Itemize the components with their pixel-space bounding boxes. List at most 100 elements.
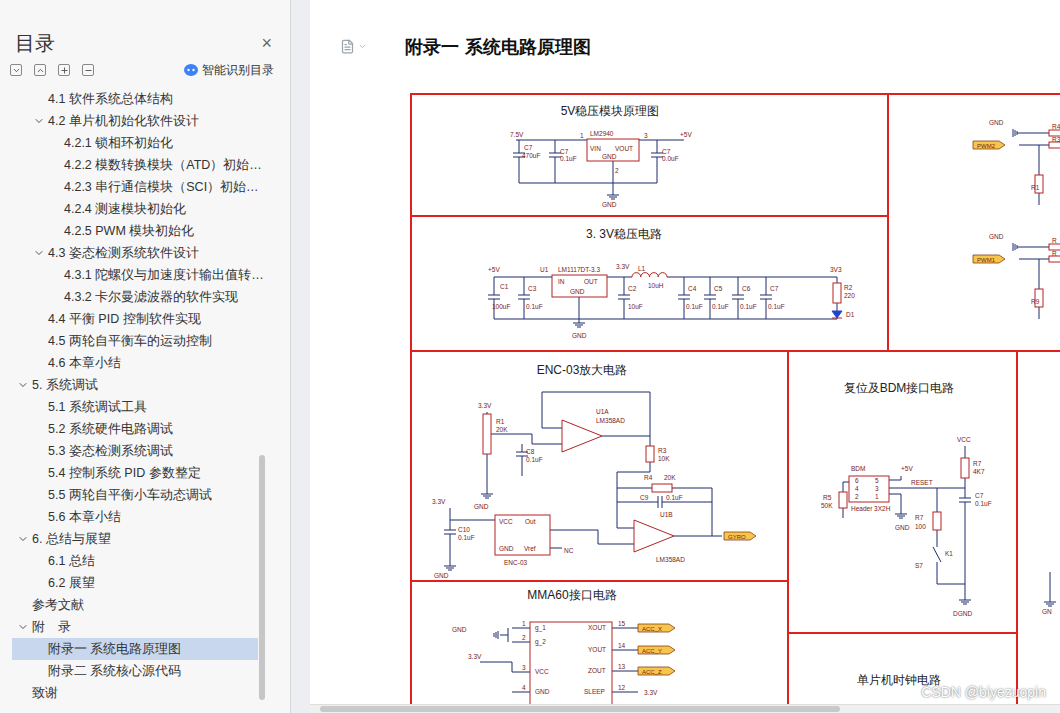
toc-toggle[interactable] xyxy=(17,533,32,545)
toc-item[interactable]: 6.1 总结 xyxy=(12,550,258,572)
schematic-label: 3 xyxy=(875,485,879,492)
schematic-label: 0.0uF xyxy=(662,155,679,162)
schematic-label: C6 xyxy=(742,285,751,292)
tool-icon xyxy=(12,66,21,75)
toc-item[interactable]: 5. 系统调试 xyxy=(12,374,258,396)
schematic-label: C4 xyxy=(688,285,697,292)
chevron-down-icon xyxy=(17,379,29,391)
schematic-label: SLEEP xyxy=(584,688,605,695)
schematic-label: LM2940 xyxy=(590,130,614,137)
toc-toggle[interactable] xyxy=(17,621,32,633)
figure-column: 复位及BDM接口电路VCCR74K7BDM+5V654321RESETR550K… xyxy=(789,352,1016,713)
net-tag: ACC_Y xyxy=(638,646,675,654)
outline-button[interactable] xyxy=(340,39,405,54)
schematic-label: C7 xyxy=(524,144,533,151)
toc-item[interactable]: 4.4 平衡 PID 控制软件实现 xyxy=(12,308,258,330)
schematic-label: C1 xyxy=(500,283,509,290)
schematic-label: GND xyxy=(474,503,489,510)
toc-item[interactable]: 5.3 姿态检测系统调试 xyxy=(12,440,258,462)
schematic-panel: GNDR4R3R1GNDRRR9PWM2PWM1 xyxy=(889,95,1060,350)
schematic-label: YOUT xyxy=(588,646,606,653)
schematic-label: R xyxy=(1052,250,1057,257)
toc-item[interactable]: 4.3.2 卡尔曼滤波器的软件实现 xyxy=(12,286,258,308)
toc-item[interactable]: 6.2 展望 xyxy=(12,572,258,594)
schematic-drawing: 复位及BDM接口电路VCCR74K7BDM+5V654321RESETR550K… xyxy=(789,352,1016,632)
schematic-label: S7 xyxy=(915,562,923,569)
schematic-label: 1 xyxy=(580,132,584,139)
toc-item[interactable]: 4.2.3 串行通信模块（SCI）初始… xyxy=(12,176,258,198)
toc-item[interactable]: 4.5 两轮自平衡车的运动控制 xyxy=(12,330,258,352)
toc-item[interactable]: 4.1 软件系统总体结构 xyxy=(12,88,258,110)
circuit-3v3 xyxy=(488,273,842,327)
toc-item[interactable]: 4.2 单片机初始化软件设计 xyxy=(12,110,258,132)
toc-item[interactable]: 4.3 姿态检测系统软件设计 xyxy=(12,242,258,264)
toc-item[interactable]: 参考文献 xyxy=(12,594,258,616)
horizontal-scrollbar[interactable] xyxy=(310,704,1060,713)
toc-item[interactable]: 5.6 本章小结 xyxy=(12,506,258,528)
close-button[interactable]: × xyxy=(261,33,272,53)
schematic-label: C8 xyxy=(526,448,535,455)
toc-item[interactable]: 4.3.1 陀螺仪与加速度计输出值转… xyxy=(12,264,258,286)
schematic-label: D1 xyxy=(846,311,855,318)
net-tag: ACC_X xyxy=(638,624,675,632)
toc-item[interactable]: 4.2.5 PWM 模块初始化 xyxy=(12,220,258,242)
schematic-label: 220 xyxy=(844,292,855,299)
scroll-thumb[interactable] xyxy=(320,706,840,712)
toc-toggle[interactable] xyxy=(33,247,48,259)
toc-item[interactable]: 附 录 xyxy=(12,616,258,638)
smart-toc-button[interactable]: 智能识别目录 xyxy=(184,61,274,79)
toc-item[interactable]: 4.2.1 锁相环初始化 xyxy=(12,132,258,154)
toc-tool-button[interactable] xyxy=(34,64,46,76)
toc-header: 目录 × xyxy=(0,0,290,56)
toc-tool-button[interactable] xyxy=(82,64,94,76)
toc-item[interactable]: 附录二 系统核心源代码 xyxy=(12,660,258,682)
sidebar-scrollbar[interactable] xyxy=(259,455,265,700)
schematic-label: K1 xyxy=(945,550,953,557)
schematic-label: C9 xyxy=(640,494,649,501)
toc-title: 目录 xyxy=(15,30,55,56)
toc-toolbar: 智能识别目录 xyxy=(0,62,290,78)
schematic-label: 0.1uF xyxy=(526,303,543,310)
toc-item[interactable]: 5.2 系统硬件电路调试 xyxy=(12,418,258,440)
toc-item[interactable]: 5.5 两轮自平衡小车动态调试 xyxy=(12,484,258,506)
toc-item[interactable]: 4.2.2 模数转换模块（ATD）初始… xyxy=(12,154,258,176)
schematic-label: 3V3 xyxy=(830,266,842,273)
toc-item[interactable]: 附录一 系统电路原理图 xyxy=(12,638,258,660)
pane-divider[interactable] xyxy=(290,0,310,713)
schematic-panel: 复位及BDM接口电路VCCR74K7BDM+5V654321RESETR550K… xyxy=(789,352,1016,632)
toc-item[interactable]: 5.1 系统调试工具 xyxy=(12,396,258,418)
schematic-label: GN xyxy=(1042,608,1052,615)
schematic-label: Header 3X2H xyxy=(851,505,891,512)
panel-title: 5V稳压模块原理图 xyxy=(561,104,660,118)
toc-tool-button[interactable] xyxy=(58,64,70,76)
schematic-label: DGND xyxy=(953,610,972,617)
toc-tool-button[interactable] xyxy=(10,64,22,76)
toc-item[interactable]: 致谢 xyxy=(12,682,258,704)
toc-toggle[interactable] xyxy=(17,379,32,391)
panel-title: ENC-03放大电路 xyxy=(537,363,628,377)
schematic-label: 3.3V xyxy=(432,498,446,505)
schematic-label: NC xyxy=(564,547,574,554)
circuit-mma xyxy=(480,622,638,713)
document-icon xyxy=(340,39,355,54)
tool-icon xyxy=(60,66,69,75)
watermark: CSDN @biyezuopin xyxy=(921,682,1046,703)
toc-item[interactable]: 4.6 本章小结 xyxy=(12,352,258,374)
schematic-label: R5 xyxy=(823,494,832,501)
schematic-label: 100uF xyxy=(492,303,510,310)
schematic-label: g_1 xyxy=(535,624,546,632)
panel-title: MMA60接口电路 xyxy=(527,588,616,602)
net-tag: PWM2 xyxy=(973,141,1005,149)
toc-item[interactable]: 5.4 控制系统 PID 参数整定 xyxy=(12,462,258,484)
svg-text:PWM1: PWM1 xyxy=(977,257,996,263)
schematic-panel: ENC-03放大电路3.3VR120KC80.1uFGNDU1ALM358ADR… xyxy=(412,352,787,580)
schematic-label: RESET xyxy=(911,479,933,486)
toc-item[interactable]: 4.2.4 测速模块初始化 xyxy=(12,198,258,220)
toc-tools xyxy=(10,64,94,76)
toc-item[interactable]: 6. 总结与展望 xyxy=(12,528,258,550)
schematic-label: ZOUT xyxy=(588,667,606,674)
schematic-label: C7 xyxy=(662,148,671,155)
schematic-label: 1 xyxy=(522,620,526,627)
toc-toggle[interactable] xyxy=(33,115,48,127)
schematic-label: R2 xyxy=(844,284,853,291)
